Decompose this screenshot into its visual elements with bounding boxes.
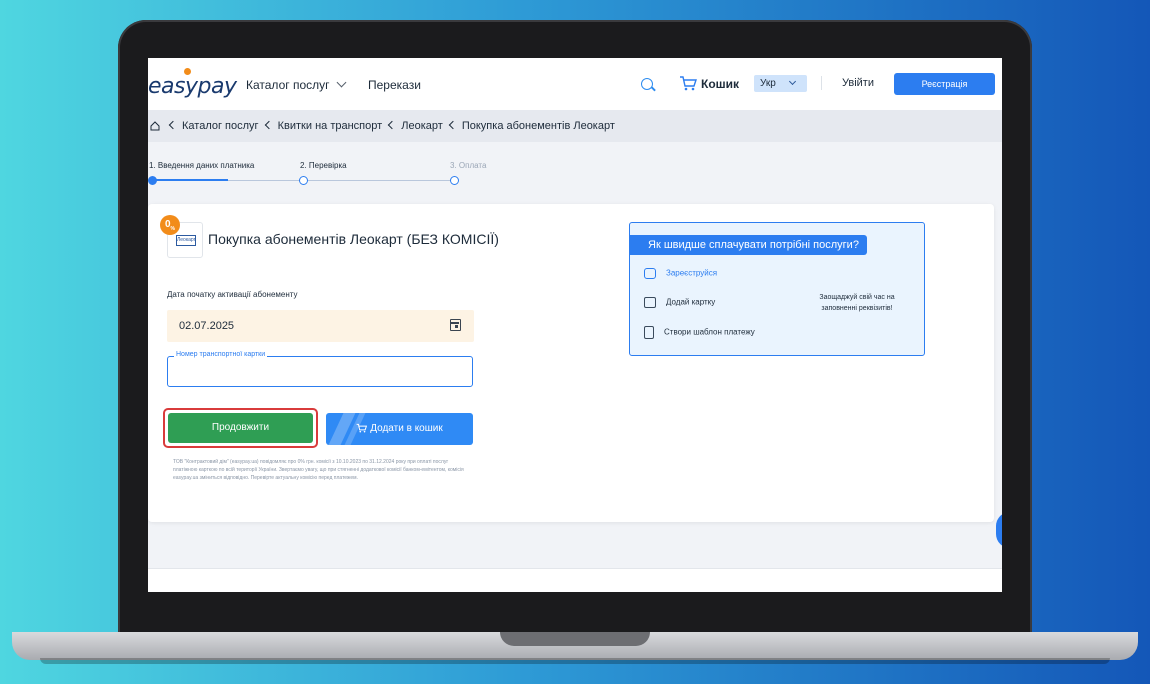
- document-icon: [644, 326, 654, 339]
- tips-box: Як швидше сплачувати потрібні послуги? З…: [629, 222, 925, 356]
- breadcrumb-current: Покупка абонементів Леокарт: [461, 120, 615, 132]
- step-1-dot: [148, 176, 157, 185]
- logo-dot: [184, 68, 191, 75]
- chat-widget-button[interactable]: [996, 512, 1002, 548]
- language-select[interactable]: Укр: [754, 75, 807, 92]
- chevron-left-icon: [448, 120, 458, 130]
- laptop-base-shadow: [40, 658, 1110, 664]
- search-icon[interactable]: [641, 78, 653, 90]
- header-divider: [821, 76, 822, 90]
- browser-screen: easypay Каталог послуг Перекази Кошик Ук…: [148, 58, 1002, 592]
- chevron-down-icon: [788, 77, 796, 86]
- register-button[interactable]: Реєстрація: [894, 73, 995, 95]
- add-to-cart-label: Додати в кошик: [370, 423, 443, 434]
- breadcrumb: Каталог послуг Квитки на транспорт Леока…: [148, 110, 1002, 142]
- chevron-left-icon: [264, 120, 273, 130]
- activation-date-value: 02.07.2025: [179, 320, 235, 332]
- date-field-label: Дата початку активації абонементу: [167, 290, 298, 299]
- commission-disclaimer: ТОВ "Контрактовий дім" (easypay.ua) пові…: [173, 459, 464, 481]
- tip-add-card: Додай картку: [644, 297, 715, 308]
- tip-register[interactable]: Зареєструйся: [644, 268, 717, 279]
- progress-steps: 1. Введення даних платника 2. Перевірка …: [148, 150, 1002, 190]
- tips-title: Як швидше сплачувати потрібні послуги?: [630, 235, 867, 255]
- tip-register-label: Зареєструйся: [666, 268, 718, 278]
- language-value: Укр: [760, 78, 776, 89]
- calendar-icon[interactable]: [450, 319, 461, 331]
- nav-catalog[interactable]: Каталог послуг: [246, 77, 346, 92]
- transport-card-label: Номер транспортної картки: [174, 351, 268, 358]
- step-track-progress: [152, 179, 228, 181]
- chevron-left-icon: [387, 120, 397, 130]
- card-icon: [644, 297, 656, 308]
- chevron-down-icon: [336, 77, 346, 88]
- user-icon: [644, 268, 656, 279]
- cart-link[interactable]: Кошик: [701, 77, 739, 91]
- breadcrumb-catalog[interactable]: Каталог послуг: [182, 120, 259, 132]
- easypay-logo[interactable]: easypay: [148, 68, 237, 99]
- laptop-notch: [500, 632, 650, 646]
- nav-catalog-label: Каталог послуг: [246, 78, 330, 92]
- login-link[interactable]: Увійти: [842, 77, 874, 89]
- tip-template-label: Створи шаблон платежу: [664, 327, 755, 337]
- site-header: easypay Каталог послуг Перекази Кошик Ук…: [148, 58, 1002, 110]
- zero-commission-badge: 0%: [160, 215, 180, 235]
- step-2-dot: [299, 176, 308, 185]
- step-1-label: 1. Введення даних платника: [149, 161, 255, 170]
- page-footer: [148, 568, 1002, 592]
- nav-transfers[interactable]: Перекази: [368, 78, 421, 92]
- step-3-dot: [450, 176, 459, 185]
- breadcrumb-transport-tickets[interactable]: Квитки на транспорт: [278, 120, 383, 132]
- activation-date-field[interactable]: 02.07.2025: [167, 310, 474, 342]
- cart-icon: [356, 424, 368, 433]
- step-3-label: 3. Оплата: [450, 161, 487, 170]
- leocard-logo: Леокарт: [176, 235, 196, 246]
- add-to-cart-button[interactable]: Додати в кошик: [326, 413, 473, 445]
- tip-add-card-label: Додай картку: [666, 297, 716, 307]
- transport-card-input[interactable]: Номер транспортної картки: [167, 351, 473, 387]
- cart-icon[interactable]: [679, 75, 697, 91]
- tips-note: Заощаджуй свій час на заповненні реквізи…: [819, 294, 895, 312]
- step-2-label: 2. Перевірка: [300, 161, 347, 170]
- chevron-left-icon: [168, 120, 178, 130]
- breadcrumb-leocard[interactable]: Леокарт: [401, 120, 443, 132]
- home-icon[interactable]: [150, 121, 160, 131]
- tip-template: Створи шаблон платежу: [644, 326, 755, 339]
- continue-button[interactable]: Продовжити: [168, 413, 313, 443]
- payment-card: Леокарт 0% Покупка абонементів Леокарт (…: [148, 204, 994, 522]
- service-title: Покупка абонементів Леокарт (БЕЗ КОМІСІЇ…: [208, 231, 499, 247]
